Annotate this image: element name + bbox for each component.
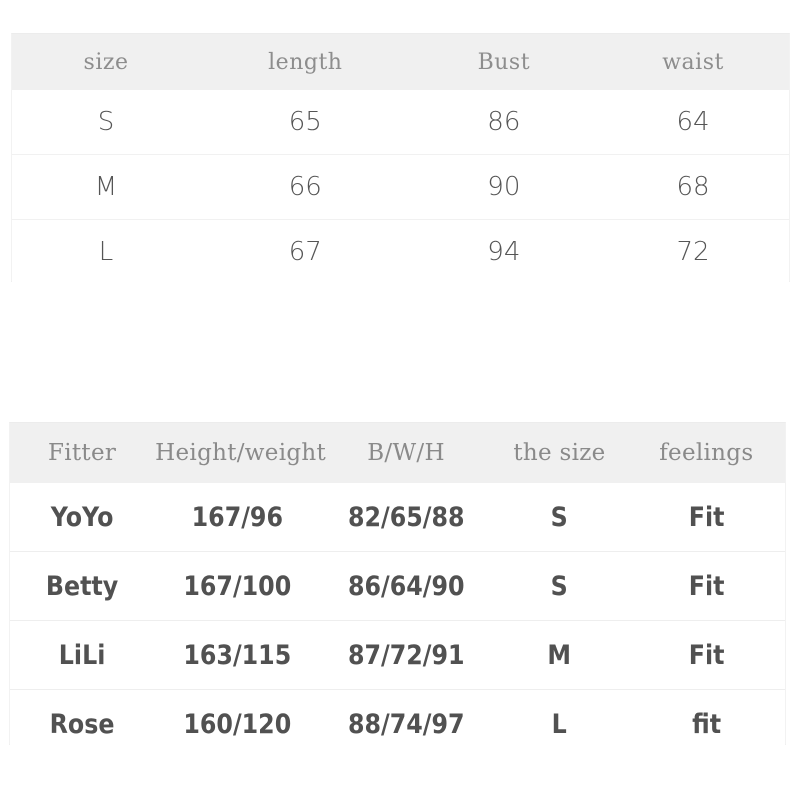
fitter-chart-body: YoYo 167/96 82/65/88 S Fit Betty 167/100… [10, 483, 785, 758]
table-row: Betty 167/100 86/64/90 S Fit [10, 551, 785, 621]
column-header-the-size: the size [513, 440, 606, 466]
cell-bwh: 87/72/91 [330, 620, 482, 690]
header-row: size length Bust waist [12, 34, 789, 90]
cell-height-weight: 167/96 [191, 501, 284, 533]
size-chart-body: S 65 86 64 M 66 90 68 L 67 94 72 [12, 90, 789, 284]
cell-size: M [12, 154, 201, 220]
cell-size: L [12, 219, 201, 284]
cell-the-size: M [499, 620, 620, 690]
column-header-bust: Bust [477, 49, 531, 75]
fitter-feedback-table: Fitter Height/weight B/W/H the size feel… [9, 422, 786, 758]
cell-fitter: LiLi [18, 620, 146, 690]
cell-bwh: 86/64/90 [330, 551, 482, 621]
cell-bust: 86 [487, 107, 521, 137]
cell-length: 65 [288, 107, 322, 137]
column-header-waist: waist [662, 49, 724, 75]
cell-fitter: YoYo [50, 501, 114, 533]
cell-bwh: 88/74/97 [330, 689, 482, 758]
table-row: M 66 90 68 [12, 154, 789, 220]
column-header-height-weight: Height/weight [155, 440, 327, 466]
cell-bust: 90 [410, 154, 598, 220]
column-header-size: size [83, 49, 129, 75]
cell-the-size: S [499, 551, 620, 621]
cell-waist: 68 [597, 154, 789, 220]
cell-the-size: S [550, 501, 569, 533]
table-row: Rose 160/120 88/74/97 L fit [10, 689, 785, 758]
cell-bust: 94 [410, 219, 598, 284]
column-header-length: length [268, 49, 343, 75]
cell-feelings: Fit [688, 501, 725, 533]
cell-bwh: 82/65/88 [347, 501, 465, 533]
cell-the-size: L [499, 689, 620, 758]
size-measurements-table: size length Bust waist S 65 86 64 M 66 9… [12, 34, 789, 284]
table-row: L 67 94 72 [12, 219, 789, 284]
column-header-feelings: feelings [659, 440, 754, 466]
cell-height-weight: 160/120 [164, 689, 311, 758]
cell-fitter: Rose [18, 689, 146, 758]
cell-fitter: Betty [18, 551, 146, 621]
cell-feelings: fit [637, 689, 776, 758]
cell-feelings: Fit [637, 620, 776, 690]
size-chart-table: size length Bust waist S 65 86 64 M 66 9… [11, 33, 790, 284]
table-row: YoYo 167/96 82/65/88 S Fit [10, 483, 785, 552]
cell-waist: 72 [597, 219, 789, 284]
table-row: LiLi 163/115 87/72/91 M Fit [10, 620, 785, 690]
table-row: S 65 86 64 [12, 90, 789, 155]
cell-feelings: Fit [637, 551, 776, 621]
cell-height-weight: 163/115 [164, 620, 311, 690]
fitter-chart-header: Fitter Height/weight B/W/H the size feel… [10, 423, 785, 483]
cell-waist: 64 [676, 107, 710, 137]
size-chart-header: size length Bust waist [12, 34, 789, 90]
cell-size: S [97, 107, 115, 137]
cell-height-weight: 167/100 [164, 551, 311, 621]
cell-length: 66 [200, 154, 411, 220]
cell-length: 67 [200, 219, 411, 284]
fitter-measurements-table: Fitter Height/weight B/W/H the size feel… [10, 423, 785, 758]
column-header-bwh: B/W/H [367, 440, 445, 466]
column-header-fitter: Fitter [47, 440, 117, 466]
header-row: Fitter Height/weight B/W/H the size feel… [10, 423, 785, 483]
